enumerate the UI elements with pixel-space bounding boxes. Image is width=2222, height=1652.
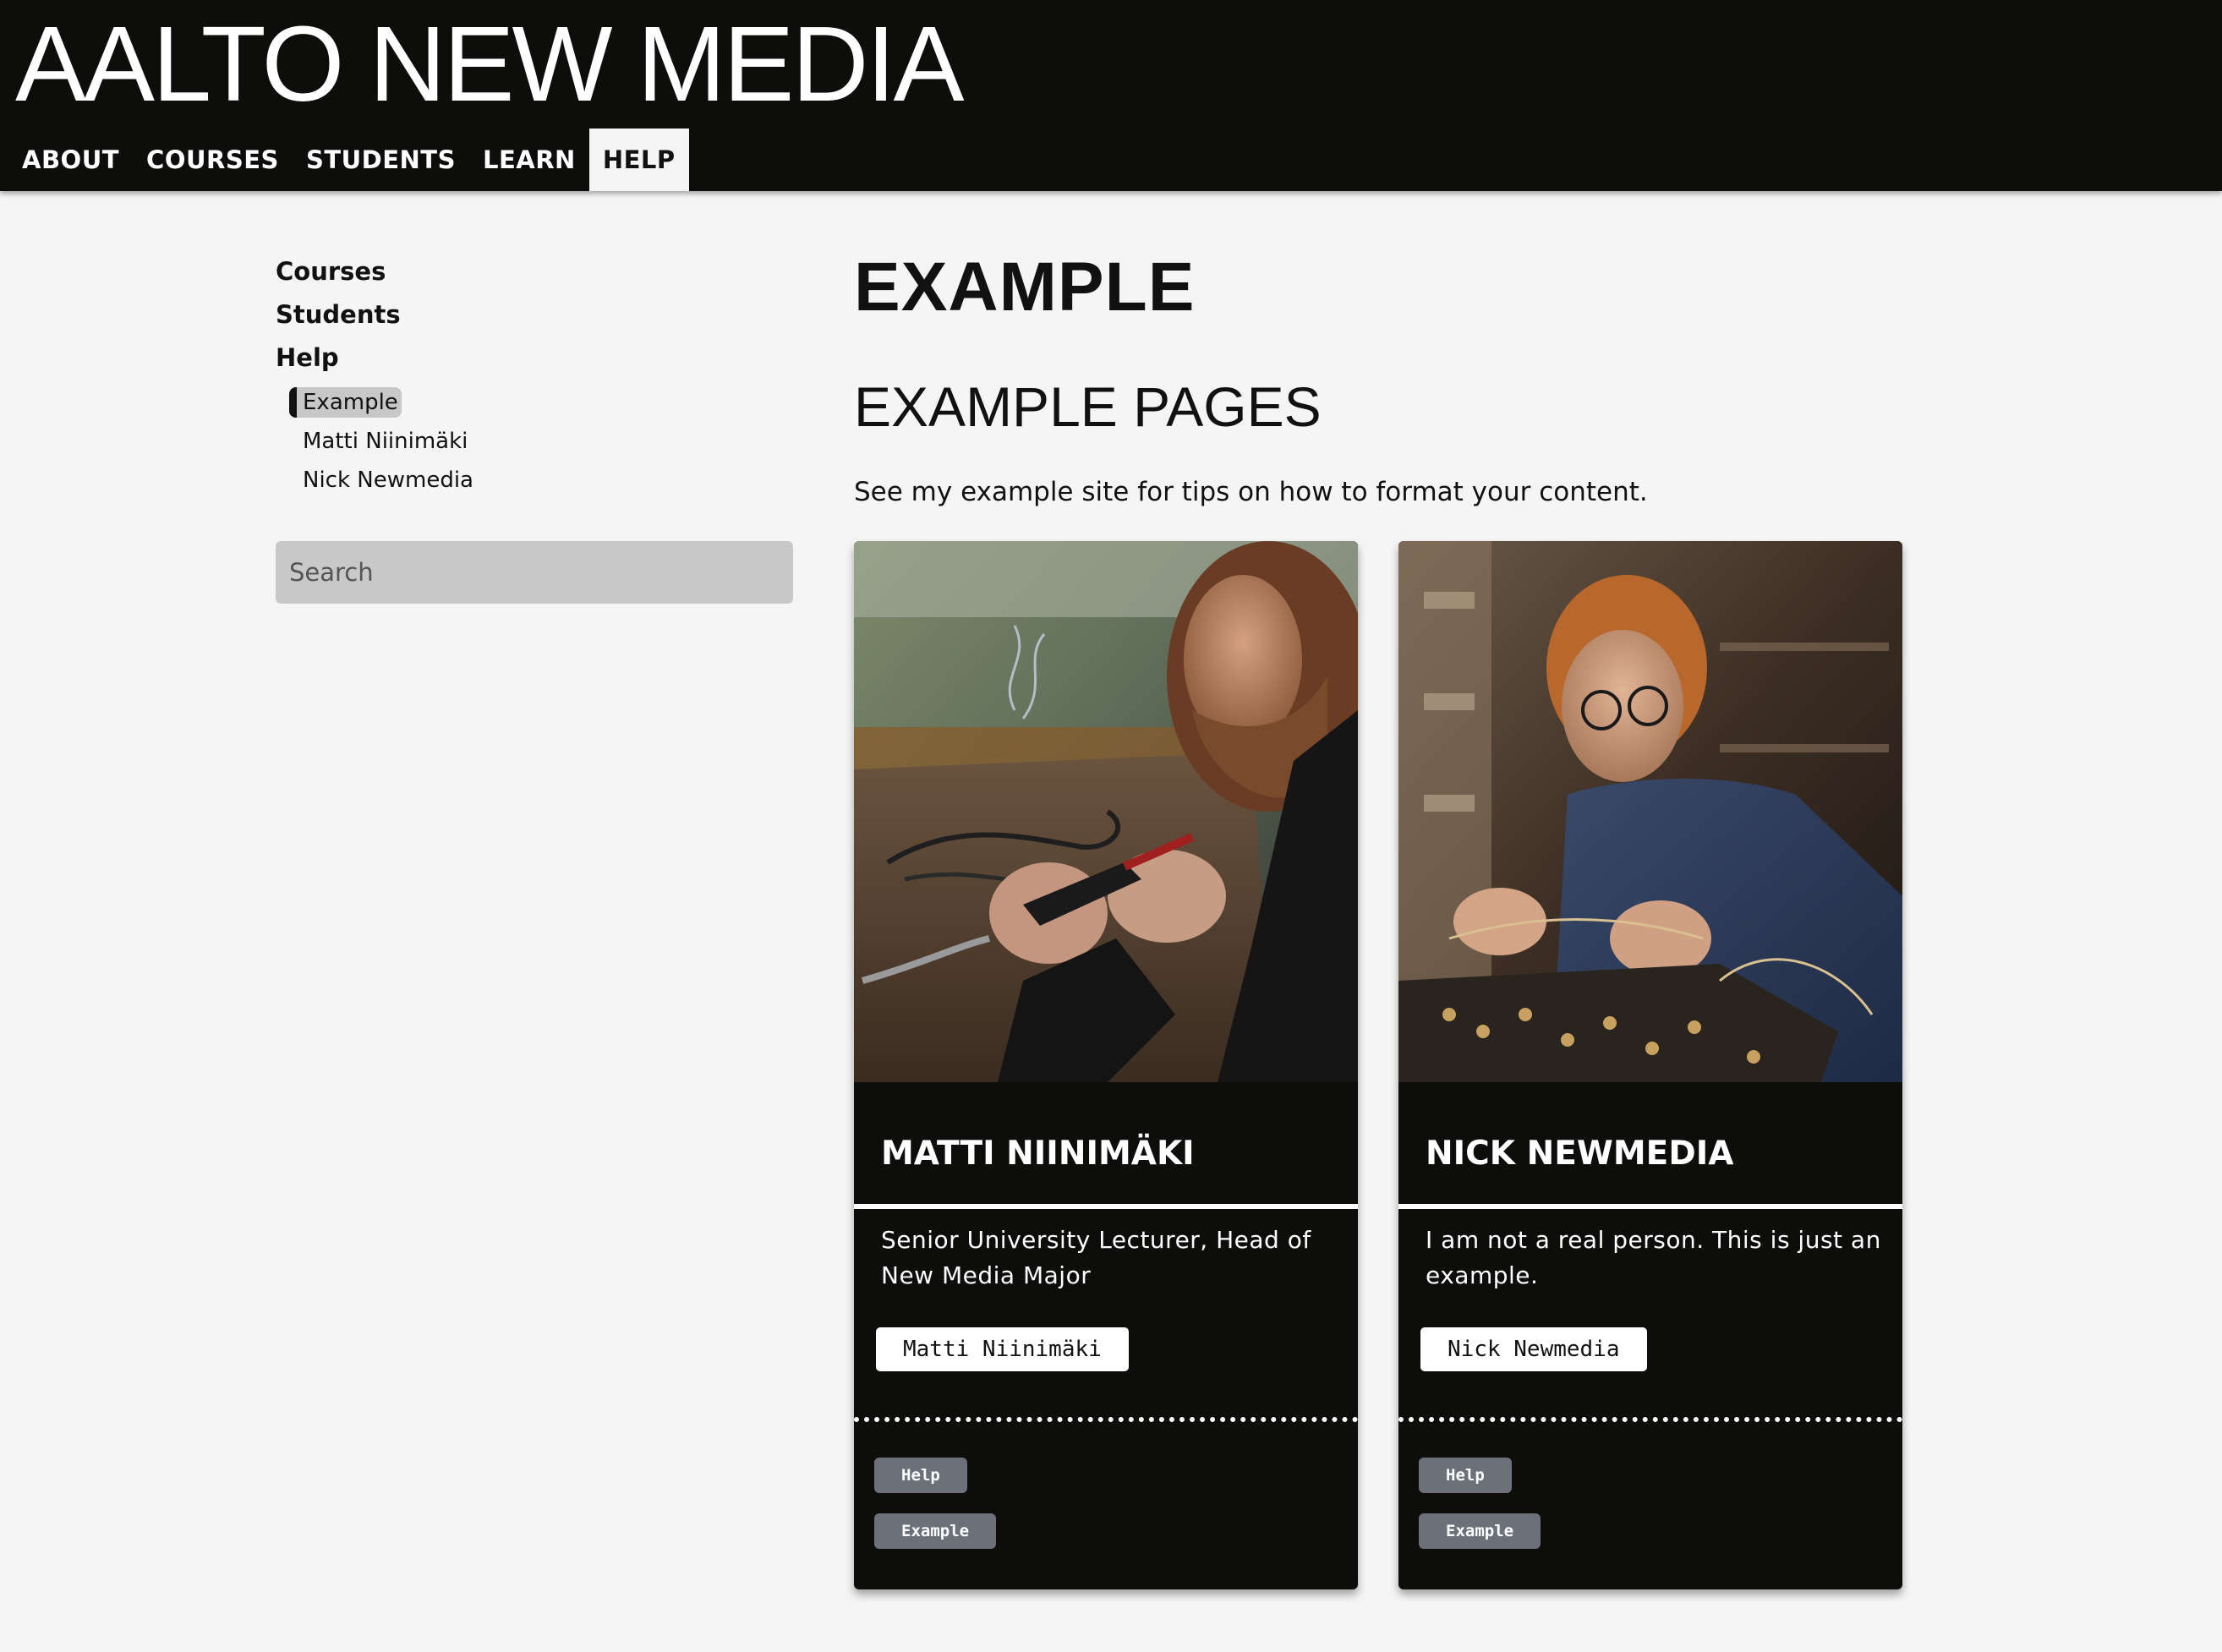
card-grid: MATTI NIINIMÄKI Senior University Lectur… xyxy=(854,541,1907,1591)
card-tags: Help Example xyxy=(1419,1458,1541,1569)
nav-item-help[interactable]: HELP xyxy=(588,129,689,191)
sidebar-subitem-matti-link[interactable]: Matti Niinimäki xyxy=(289,426,471,457)
card-dotted-divider xyxy=(854,1417,1358,1422)
sidebar-item-courses[interactable]: Courses xyxy=(276,250,793,293)
card-name: NICK NEWMEDIA xyxy=(1426,1135,1734,1173)
page-title: EXAMPLE xyxy=(854,249,1196,325)
card-name: MATTI NIINIMÄKI xyxy=(881,1135,1195,1173)
section-title: EXAMPLE PAGES xyxy=(854,375,1322,438)
tag-help[interactable]: Help xyxy=(1419,1458,1512,1493)
sidebar-item-students[interactable]: Students xyxy=(276,293,793,336)
tag-example[interactable]: Example xyxy=(874,1513,997,1549)
soldering-photo-icon xyxy=(854,541,1358,1082)
electronics-photo-icon xyxy=(1398,541,1902,1082)
card-description: I am not a real person. This is just an … xyxy=(1426,1226,1881,1289)
intro-text: See my example site for tips on how to f… xyxy=(854,477,1648,507)
sidebar-subitem-nick: Nick Newmedia xyxy=(289,461,793,500)
card-link-button[interactable]: Matti Niinimäki xyxy=(876,1327,1129,1371)
sidebar-subitem-example: Example xyxy=(289,383,793,422)
main-content: EXAMPLE EXAMPLE PAGES See my example sit… xyxy=(854,245,1928,507)
card-tags: Help Example xyxy=(874,1458,997,1569)
nav-item-courses[interactable]: COURSES xyxy=(133,129,293,191)
nav-item-learn[interactable]: LEARN xyxy=(469,129,589,191)
sidebar-help-subnav: Example Matti Niinimäki Nick Newmedia xyxy=(289,383,793,500)
tag-example[interactable]: Example xyxy=(1419,1513,1541,1549)
profile-card[interactable]: MATTI NIINIMÄKI Senior University Lectur… xyxy=(854,541,1358,1589)
search-input[interactable] xyxy=(276,541,793,604)
site-header: AALTO NEW MEDIA ABOUT COURSES STUDENTS L… xyxy=(0,0,2222,191)
profile-card[interactable]: NICK NEWMEDIA I am not a real person. Th… xyxy=(1398,541,1902,1589)
sidebar: Courses Students Help Example Matti Niin… xyxy=(276,250,793,604)
main-nav: ABOUT COURSES STUDENTS LEARN HELP xyxy=(8,129,689,191)
card-divider xyxy=(1398,1204,1902,1209)
sidebar-subitem-example-link[interactable]: Example xyxy=(289,387,402,418)
card-dotted-divider xyxy=(1398,1417,1902,1422)
sidebar-item-help[interactable]: Help xyxy=(276,336,793,380)
card-link-button[interactable]: Nick Newmedia xyxy=(1420,1327,1647,1371)
card-description: Senior University Lecturer, Head of New … xyxy=(881,1226,1311,1289)
nav-item-students[interactable]: STUDENTS xyxy=(293,129,469,191)
card-divider xyxy=(854,1204,1358,1209)
tag-help[interactable]: Help xyxy=(874,1458,967,1493)
sidebar-subitem-matti: Matti Niinimäki xyxy=(289,422,793,461)
site-title[interactable]: AALTO NEW MEDIA xyxy=(15,5,965,123)
nav-item-about[interactable]: ABOUT xyxy=(8,129,133,191)
sidebar-subitem-nick-link[interactable]: Nick Newmedia xyxy=(289,465,477,495)
